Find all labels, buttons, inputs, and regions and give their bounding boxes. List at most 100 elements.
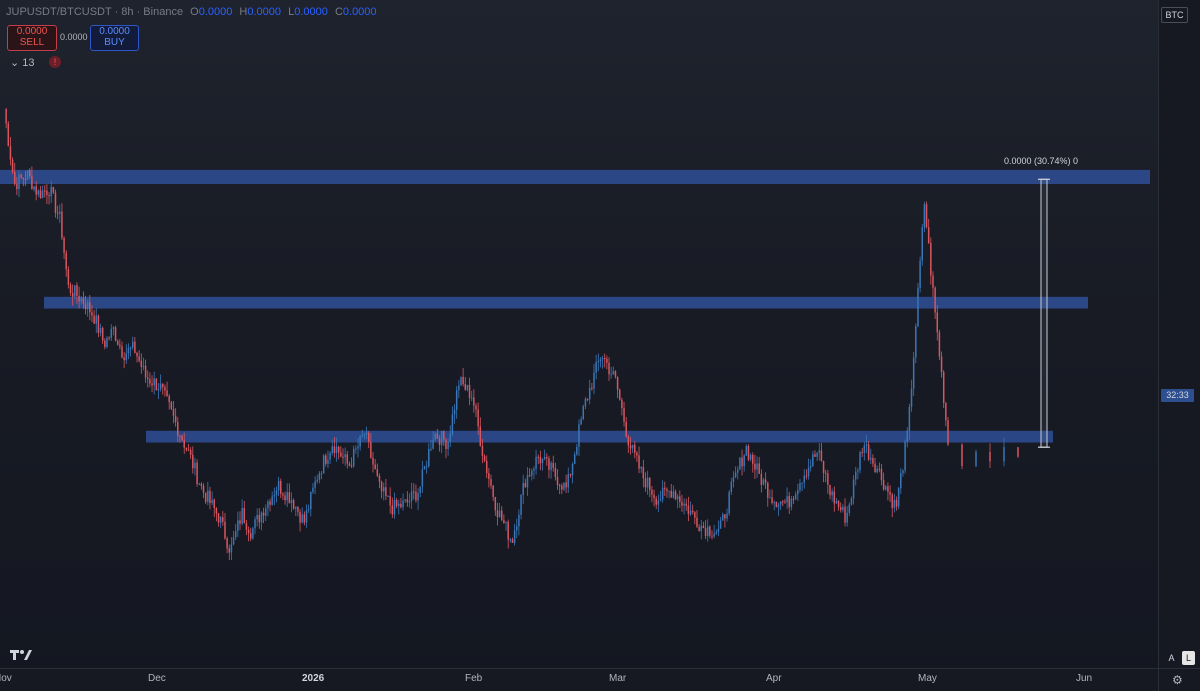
candle-body: [342, 456, 344, 458]
candle-body: [239, 520, 241, 524]
candle-body: [655, 498, 657, 505]
candle-body: [891, 494, 893, 509]
candle-body: [794, 494, 797, 500]
indicators-toggle[interactable]: ⌄ 13: [10, 56, 35, 69]
candle-body: [249, 533, 252, 539]
candle-body: [97, 315, 100, 333]
candle-body: [466, 384, 469, 390]
candle-body: [89, 302, 91, 313]
candle-body: [614, 371, 617, 377]
chart-pane[interactable]: [0, 0, 1158, 668]
candle-body: [612, 371, 615, 375]
candle-body: [797, 490, 799, 495]
candle-body: [831, 491, 833, 496]
candle-body: [588, 387, 591, 400]
candle-body: [921, 227, 924, 261]
alert-icon[interactable]: !: [49, 56, 61, 68]
zone-resistance[interactable]: [0, 169, 1150, 184]
candle-body: [196, 462, 198, 484]
candle-body: [885, 486, 887, 490]
tradingview-logo[interactable]: [10, 648, 32, 662]
buy-button[interactable]: 0.0000 BUY: [90, 25, 139, 51]
candle-body: [11, 159, 14, 172]
candle-body: [601, 357, 604, 360]
currency-button[interactable]: BTC: [1161, 7, 1188, 23]
candle-body: [222, 517, 224, 522]
zone-mid[interactable]: [44, 296, 1088, 309]
candle-body: [919, 260, 921, 288]
candle-body: [104, 340, 106, 347]
candle-body: [488, 473, 490, 480]
candle-body: [904, 441, 906, 471]
candle-body: [252, 528, 254, 539]
candle-body: [271, 496, 273, 505]
candle-body: [820, 450, 823, 461]
candle-body: [861, 452, 863, 454]
candle-body: [234, 530, 237, 538]
candle-body: [483, 456, 486, 461]
candle-body: [277, 480, 280, 491]
candle-body: [462, 376, 464, 385]
candle-body: [850, 498, 853, 505]
sell-price: 0.0000: [16, 26, 48, 37]
candle-body: [505, 521, 507, 523]
candle-body: [172, 408, 175, 416]
candle-body: [724, 514, 726, 519]
candle-body: [857, 470, 859, 472]
candle-body: [447, 442, 449, 450]
candle-body: [889, 491, 891, 495]
candle-body: [5, 108, 7, 124]
candle-body: [232, 537, 235, 545]
candle-body: [110, 328, 113, 338]
auto-scale-button[interactable]: A: [1165, 651, 1178, 665]
candle-body: [758, 463, 760, 474]
symbol-info[interactable]: JUPUSDT/BTCUSDT · 8h · Binance: [6, 6, 183, 18]
candle-body: [340, 452, 342, 457]
zone-support[interactable]: [146, 430, 1053, 443]
candle-body: [528, 475, 531, 477]
measure-label: 0.0000 (30.74%) 0: [1004, 156, 1079, 166]
candle-body: [683, 503, 685, 506]
candle-body: [897, 488, 900, 507]
time-scale[interactable]: [0, 668, 1158, 691]
candle-body: [520, 494, 522, 515]
candle-body: [634, 444, 636, 453]
price-range-measure[interactable]: [1040, 178, 1048, 448]
candle-body: [380, 481, 383, 492]
candle-body: [177, 422, 179, 436]
candle-body: [719, 520, 722, 529]
candle-body: [226, 538, 228, 549]
log-scale-button[interactable]: L: [1182, 651, 1195, 665]
candle-body: [247, 529, 250, 534]
candle-body: [35, 186, 37, 195]
candle-body: [374, 464, 376, 470]
candle-body: [189, 449, 192, 455]
candle-body: [404, 499, 406, 501]
candle-body: [131, 341, 134, 348]
candle-body: [307, 509, 310, 511]
candle-body: [350, 465, 353, 467]
candle-body: [799, 483, 801, 491]
candle-body: [355, 448, 357, 450]
candle-body: [608, 362, 610, 375]
sell-button[interactable]: 0.0000 SELL: [7, 25, 57, 51]
candle-body: [187, 449, 190, 451]
candle-body: [292, 500, 295, 509]
candle-body: [576, 446, 578, 455]
candle-body: [267, 501, 269, 509]
candle-body: [531, 470, 533, 476]
candle-body: [595, 362, 597, 373]
candle-body: [9, 146, 12, 160]
candle-body: [39, 190, 42, 198]
candle-body: [524, 483, 527, 488]
candle-body: [142, 365, 145, 368]
candle-body: [151, 383, 153, 386]
candle-body: [258, 514, 261, 523]
candle-body: [679, 496, 681, 502]
candle-body: [788, 496, 790, 508]
candlestick-chart[interactable]: [0, 0, 1158, 668]
candle-body: [812, 454, 814, 466]
price-scale[interactable]: [1158, 0, 1200, 668]
gear-icon[interactable]: ⚙: [1172, 673, 1183, 687]
candle-body: [824, 472, 827, 474]
